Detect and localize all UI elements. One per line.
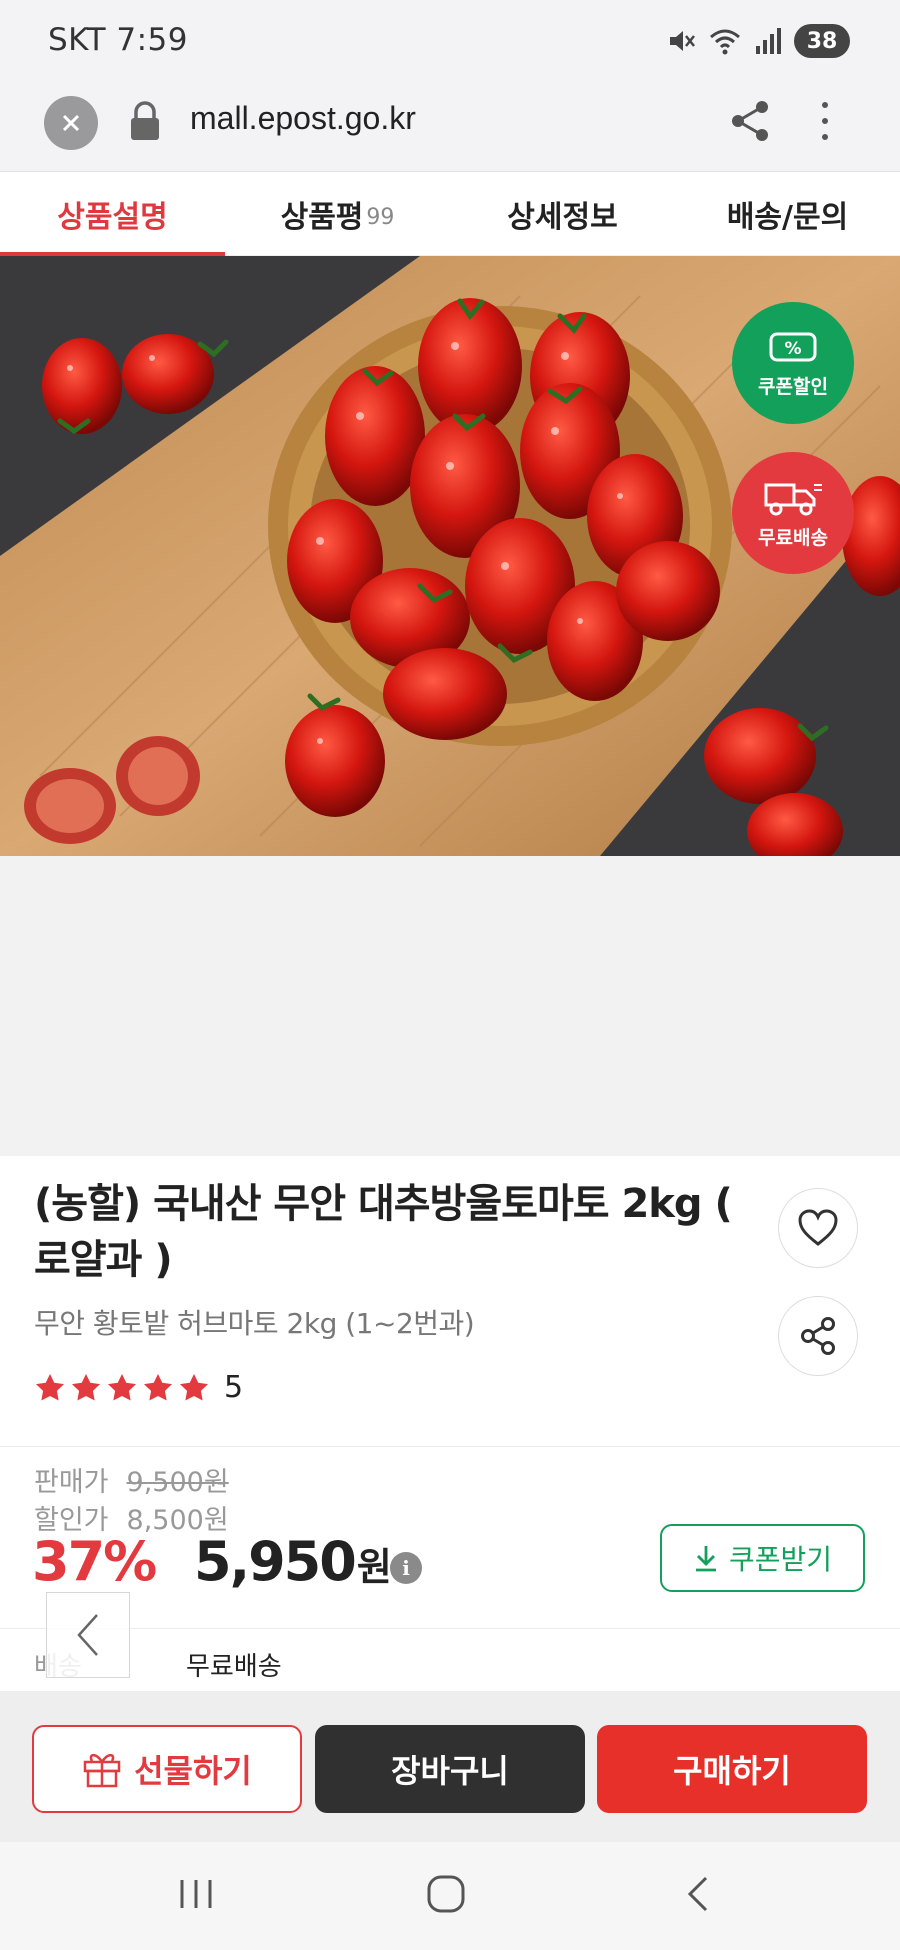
tab-label: 상품평 — [280, 200, 364, 235]
tab-details[interactable]: 상세정보 — [450, 172, 675, 256]
status-icons: 38 — [666, 24, 850, 58]
discount-rate: 37% — [32, 1530, 157, 1593]
rating-value: 5 — [224, 1370, 244, 1405]
back-icon[interactable] — [684, 1872, 714, 1916]
share-icon[interactable] — [728, 98, 772, 144]
more-menu-icon[interactable] — [815, 96, 835, 146]
review-count: 99 — [366, 204, 395, 230]
favorite-button[interactable] — [778, 1188, 858, 1268]
share-icon — [801, 1317, 835, 1355]
buy-label: 구매하기 — [673, 1752, 791, 1790]
url-text[interactable]: mall.epost.go.kr — [190, 100, 416, 137]
tab-label: 상세정보 — [507, 200, 618, 235]
badge-label: 쿠폰할인 — [758, 375, 828, 398]
coupon-discount-badge: % 쿠폰할인 — [732, 302, 854, 424]
sale-price-label: 판매가 — [34, 1467, 109, 1498]
purchase-action-bar: 선물하기 장바구니 구매하기 — [0, 1691, 900, 1842]
share-button[interactable] — [778, 1296, 858, 1376]
divider — [0, 1628, 900, 1629]
coupon-download-button[interactable]: 쿠폰받기 — [660, 1524, 865, 1592]
browser-url-bar: mall.epost.go.kr — [0, 82, 900, 172]
sale-price: 9,500원 — [126, 1467, 229, 1498]
chevron-left-icon — [77, 1614, 98, 1656]
recent-apps-icon[interactable] — [176, 1872, 216, 1916]
final-price-value: 5,950 — [194, 1530, 357, 1593]
rating-stars — [34, 1372, 210, 1404]
coupon-icon: % — [769, 332, 817, 361]
signal-icon — [756, 28, 781, 54]
carrier-time: SKT 7:59 — [48, 22, 189, 58]
lock-icon — [131, 101, 159, 140]
tab-label: 상품설명 — [57, 200, 168, 235]
final-price-unit: 원 — [356, 1545, 392, 1589]
rating[interactable]: 5 — [34, 1370, 243, 1405]
tab-reviews[interactable]: 상품평 99 — [225, 172, 450, 256]
star-icon — [36, 1373, 64, 1401]
info-icon[interactable]: i — [390, 1552, 422, 1584]
image-placeholder-area — [0, 856, 900, 1156]
truck-icon — [764, 483, 822, 515]
wifi-icon — [710, 29, 740, 55]
star-icon — [108, 1373, 136, 1401]
free-shipping-badge: 무료배송 — [732, 452, 854, 574]
svg-text:%: % — [784, 339, 801, 359]
divider — [0, 1446, 900, 1447]
product-title: (농할) 국내산 무안 대추방울토마토 2kg ( 로얄과 ) — [34, 1181, 733, 1283]
battery-indicator: 38 — [794, 24, 850, 58]
cart-button[interactable]: 장바구니 — [315, 1725, 585, 1813]
close-icon — [62, 114, 80, 132]
cart-label: 장바구니 — [391, 1752, 509, 1790]
floating-back-button[interactable] — [46, 1592, 130, 1678]
tab-label: 배송/문의 — [726, 200, 849, 235]
system-nav-bar — [0, 1842, 900, 1950]
tab-description[interactable]: 상품설명 — [0, 172, 225, 257]
product-image[interactable]: % 쿠폰할인 무료배송 — [0, 256, 900, 856]
close-button[interactable] — [44, 96, 98, 150]
final-price: 5,950원 — [194, 1530, 392, 1593]
home-icon[interactable] — [424, 1872, 468, 1916]
sale-price-row: 판매가 9,500원 — [34, 1460, 229, 1499]
product-subtitle: 무안 황토밭 허브마토 2kg (1~2번과) — [34, 1307, 475, 1340]
product-tabs: 상품설명 상품평 99 상세정보 배송/문의 — [0, 172, 900, 257]
status-bar: SKT 7:59 38 — [0, 0, 900, 82]
download-icon — [695, 1546, 716, 1572]
gift-label: 선물하기 — [134, 1752, 252, 1790]
coupon-button-label: 쿠폰받기 — [728, 1543, 833, 1576]
star-icon — [72, 1373, 100, 1401]
star-icon — [180, 1373, 208, 1401]
gift-button[interactable]: 선물하기 — [32, 1725, 302, 1813]
shipping-value: 무료배송 — [186, 1652, 282, 1682]
heart-icon — [798, 1209, 838, 1246]
badge-label: 무료배송 — [758, 526, 828, 549]
product-info: (농할) 국내산 무안 대추방울토마토 2kg ( 로얄과 ) 무안 황토밭 허… — [0, 1156, 900, 1691]
star-icon — [144, 1373, 172, 1401]
tab-shipping-inquiry[interactable]: 배송/문의 — [675, 172, 900, 256]
buy-button[interactable]: 구매하기 — [597, 1725, 867, 1813]
gift-icon — [83, 1753, 121, 1788]
mute-icon — [670, 31, 695, 51]
